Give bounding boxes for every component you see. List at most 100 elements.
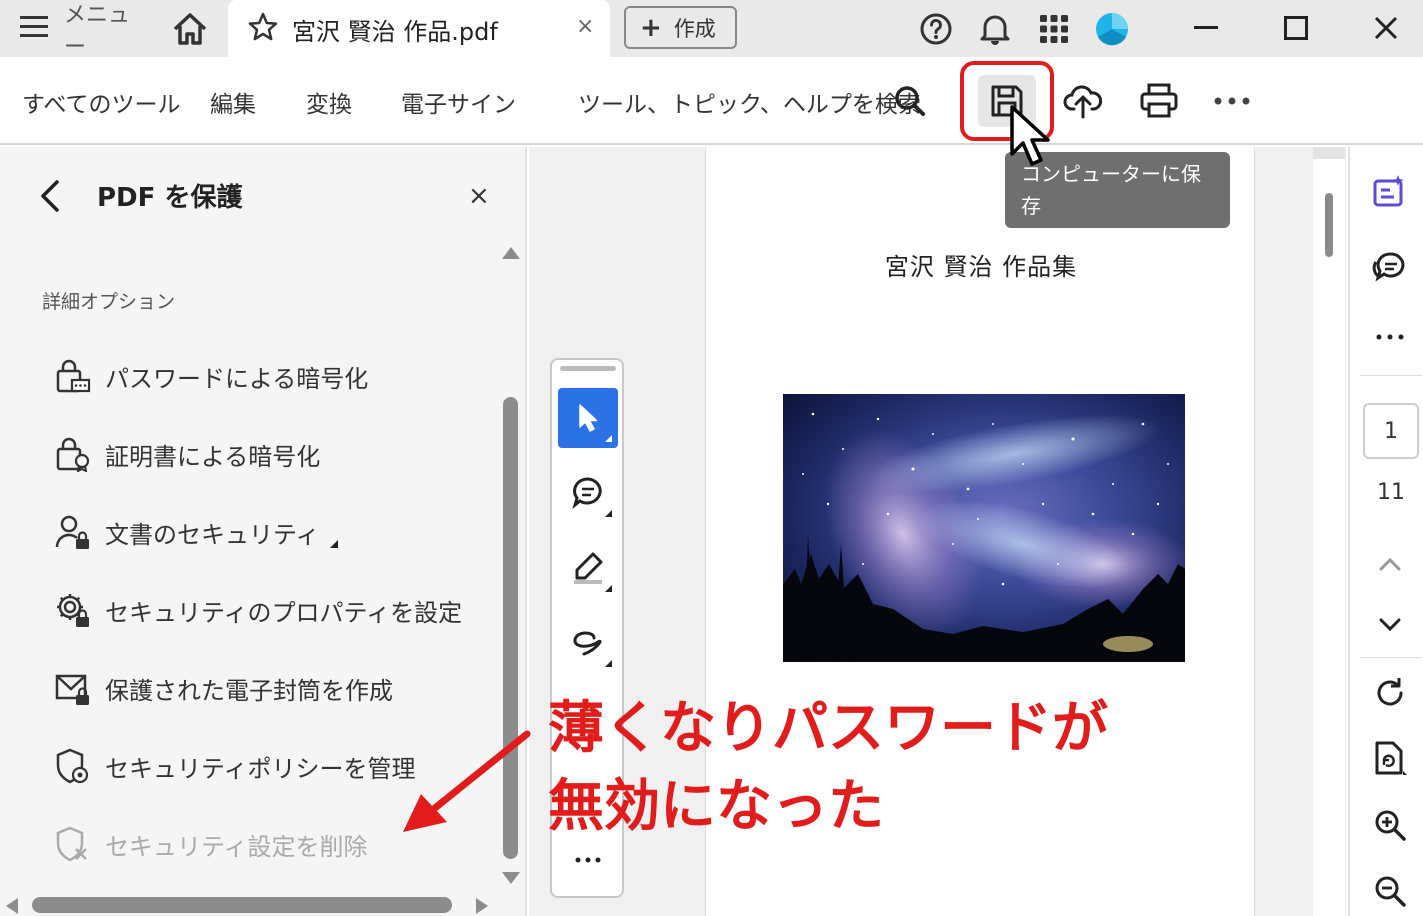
notifications-button[interactable] xyxy=(975,9,1015,49)
document-vertical-scrollbar[interactable] xyxy=(1313,147,1345,916)
submenu-corner-icon xyxy=(605,435,612,442)
more-options-button[interactable] xyxy=(1210,79,1254,123)
comment-tool-button[interactable] xyxy=(558,463,618,523)
menu-item-manage-policies[interactable]: セキュリティポリシーを管理 xyxy=(55,744,416,788)
rotate-button[interactable] xyxy=(1368,671,1412,715)
submenu-corner-icon xyxy=(605,585,612,592)
annotation-arrow-icon xyxy=(403,730,531,832)
annotation-line-2: 無効になった xyxy=(548,774,884,839)
annotation-text: 薄くなりパスワードが 無効になった xyxy=(548,690,1108,846)
starry-sky-image xyxy=(783,394,1185,662)
menu-item-label: セキュリティ設定を削除 xyxy=(105,832,368,861)
home-button[interactable] xyxy=(170,9,210,49)
next-page-button[interactable] xyxy=(1368,603,1412,647)
tab-close-icon[interactable]: × xyxy=(576,14,594,39)
submenu-corner-icon xyxy=(605,660,612,667)
cloud-upload-icon xyxy=(1063,85,1103,119)
upload-button[interactable] xyxy=(1061,79,1105,123)
zoom-out-button[interactable] xyxy=(1368,869,1412,913)
menu-button[interactable]: メニュー xyxy=(0,0,150,60)
panel-horizontal-scrollbar[interactable] xyxy=(32,897,452,913)
menu-item-label: パスワードによる暗号化 xyxy=(105,364,369,393)
create-label: 作成 xyxy=(673,16,716,41)
panel-title: PDF を保護 xyxy=(97,183,243,213)
account-button[interactable] xyxy=(1092,9,1132,49)
scroll-up-icon[interactable] xyxy=(502,247,520,259)
create-button[interactable]: + 作成 xyxy=(624,6,737,49)
tooltip-line-2: (Ctrl+S) xyxy=(1021,226,1102,250)
apps-button[interactable] xyxy=(1034,9,1074,49)
maximize-icon xyxy=(1284,16,1308,40)
document-tab[interactable]: 宮沢 賢治 作品.pdf × xyxy=(228,0,610,57)
zoom-in-button[interactable] xyxy=(1368,803,1412,847)
menu-item-label: 証明書による暗号化 xyxy=(105,442,321,471)
highlight-tool-button[interactable] xyxy=(558,538,618,598)
menu-item-label: セキュリティポリシーを管理 xyxy=(105,754,416,783)
avatar xyxy=(1096,13,1128,46)
pointer-icon xyxy=(579,404,598,432)
comment-icon xyxy=(1372,252,1405,282)
submenu-corner-icon xyxy=(605,510,612,517)
organize-pages-button[interactable] xyxy=(1368,737,1412,781)
help-icon xyxy=(920,13,952,45)
back-arrow-icon[interactable] xyxy=(38,179,62,213)
menu-item-secure-envelope[interactable]: 保護された電子封筒を作成 xyxy=(55,666,393,710)
password-lock-icon xyxy=(56,359,91,393)
submenu-corner-icon xyxy=(329,540,338,548)
menu-item-label: セキュリティのプロパティを設定 xyxy=(105,598,463,627)
star-icon[interactable] xyxy=(248,12,278,46)
rail-divider xyxy=(1360,375,1422,376)
scroll-right-icon[interactable] xyxy=(476,898,488,914)
scroll-thumb[interactable] xyxy=(1325,193,1333,257)
chevron-up-icon xyxy=(1379,557,1401,571)
comment-icon xyxy=(572,477,602,510)
edit-text-icon xyxy=(1373,175,1404,207)
shield-remove-icon xyxy=(56,826,87,862)
previous-page-button[interactable] xyxy=(1368,542,1412,586)
rail-more-button[interactable] xyxy=(1368,315,1412,359)
scroll-down-icon[interactable] xyxy=(502,872,520,884)
comments-panel-button[interactable] xyxy=(1368,245,1412,289)
more-horizontal-icon xyxy=(1214,97,1250,105)
printer-icon xyxy=(1140,83,1178,118)
hamburger-icon xyxy=(20,15,50,43)
select-tool-button[interactable] xyxy=(558,388,618,448)
title-bar: メニュー 宮沢 賢治 作品.pdf × + 作成 xyxy=(0,0,1423,60)
menu-item-password-encrypt[interactable]: パスワードによる暗号化 xyxy=(55,354,368,398)
drag-handle[interactable] xyxy=(560,366,616,371)
panel-close-icon[interactable]: × xyxy=(468,181,490,211)
freehand-draw-icon xyxy=(573,631,602,656)
maximize-button[interactable] xyxy=(1274,8,1318,48)
close-window-button[interactable] xyxy=(1364,8,1408,48)
search-icon[interactable] xyxy=(890,81,930,121)
main-toolbar: すべてのツール 編集 変換 電子サイン ツール、トピック、ヘルプを検索 xyxy=(0,57,1423,145)
menu-item-document-security[interactable]: 文書のセキュリティ xyxy=(55,510,338,554)
rotate-icon xyxy=(1377,678,1403,706)
tab-edit[interactable]: 編集 xyxy=(210,85,256,119)
tab-convert[interactable]: 変換 xyxy=(306,85,352,119)
menu-item-security-properties[interactable]: セキュリティのプロパティを設定 xyxy=(55,588,462,632)
minimize-button[interactable] xyxy=(1184,8,1228,48)
tab-title: 宮沢 賢治 作品.pdf xyxy=(292,18,498,46)
ai-assistant-button[interactable] xyxy=(1368,169,1412,213)
scroll-top-bar xyxy=(1313,147,1345,159)
menu-item-label: 文書のセキュリティ xyxy=(105,520,320,549)
draw-tool-button[interactable] xyxy=(558,613,618,673)
home-icon xyxy=(173,13,207,45)
menu-item-certificate-encrypt[interactable]: 証明書による暗号化 xyxy=(55,432,320,476)
zoom-in-icon xyxy=(1375,810,1406,841)
section-label: 詳細オプション xyxy=(42,291,176,313)
search-input[interactable]: ツール、トピック、ヘルプを検索 xyxy=(578,85,921,119)
tab-e-sign[interactable]: 電子サイン xyxy=(401,85,516,119)
right-rail: 1 11 xyxy=(1348,147,1423,916)
scroll-left-icon[interactable] xyxy=(6,898,18,914)
current-page-input[interactable]: 1 xyxy=(1363,403,1419,459)
print-button[interactable] xyxy=(1137,79,1181,123)
menu-item-label: 保護された電子封筒を作成 xyxy=(105,676,393,705)
help-button[interactable] xyxy=(916,9,956,49)
tab-all-tools[interactable]: すべてのツール xyxy=(22,85,180,119)
highlighter-icon xyxy=(574,552,603,584)
bell-icon xyxy=(980,15,1010,45)
document-page-icon xyxy=(1375,741,1407,775)
mouse-cursor-icon xyxy=(1010,105,1050,166)
